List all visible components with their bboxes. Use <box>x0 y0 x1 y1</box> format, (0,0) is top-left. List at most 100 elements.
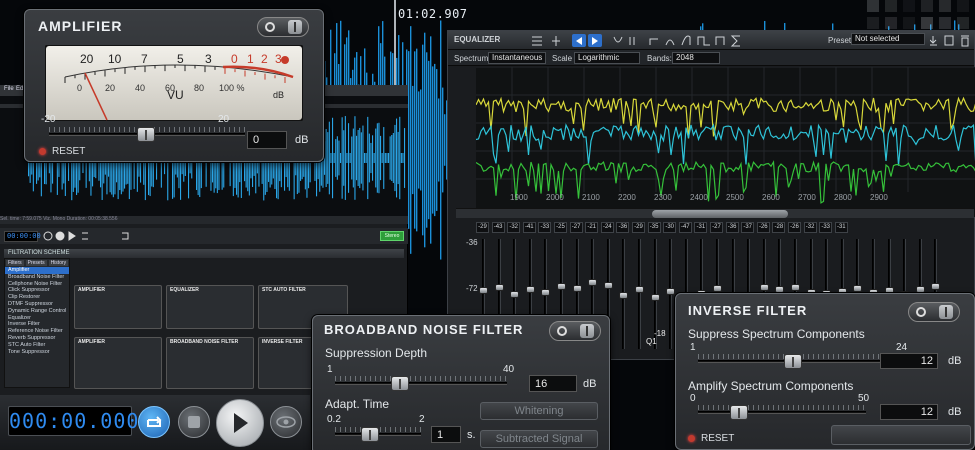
band-gain-value[interactable]: -28 <box>772 222 786 233</box>
suppress-slider-thumb[interactable] <box>784 354 802 369</box>
stop-button[interactable] <box>178 406 210 438</box>
band-fader-knob[interactable] <box>775 286 785 293</box>
scheme-filter-card[interactable]: BROADBAND NOISE FILTER <box>166 337 254 389</box>
band-gain-value[interactable]: -36 <box>725 222 739 233</box>
amplify-value-field[interactable]: 12 <box>880 404 938 420</box>
subtracted-signal-button[interactable]: Subtracted Signal <box>480 430 598 448</box>
inverse-extra-button[interactable] <box>831 425 971 445</box>
band-fader-knob[interactable] <box>635 286 644 293</box>
adapt-time-slider[interactable] <box>335 427 421 442</box>
gain-slider-thumb[interactable] <box>137 127 155 142</box>
band-fader-knob[interactable] <box>588 279 598 286</box>
band-gain-value[interactable]: -32 <box>507 222 521 233</box>
amplify-slider-thumb[interactable] <box>730 405 748 420</box>
loop-button[interactable] <box>138 406 170 438</box>
band-fader-knob[interactable] <box>572 285 582 292</box>
filter-list-item[interactable]: Click Suppressor <box>5 287 69 294</box>
band-fader-knob[interactable] <box>666 288 676 295</box>
filter-list-item[interactable]: Reverb Suppressor <box>5 335 69 342</box>
band-gain-value[interactable]: -33 <box>819 222 833 233</box>
menu-file[interactable]: File <box>4 86 14 92</box>
tab-filters[interactable]: Filters <box>6 260 24 266</box>
spectrum-select[interactable]: Instantaneous <box>488 52 546 64</box>
scale-select[interactable]: Logarithmic <box>574 52 640 64</box>
filter-list-item[interactable]: Tone Suppressor <box>5 349 69 356</box>
filter-list-item[interactable]: Cellphone Noise Filter <box>5 281 69 288</box>
broadband-power-toggle[interactable] <box>549 321 601 341</box>
stereo-button[interactable]: Stereo <box>380 231 404 241</box>
band-gain-value[interactable]: -36 <box>616 222 630 233</box>
band-fader-knob[interactable] <box>931 283 941 290</box>
band-gain-value[interactable]: -31 <box>834 222 848 233</box>
suppress-components-slider[interactable] <box>698 354 904 369</box>
gain-value-field[interactable]: 0 <box>247 131 287 149</box>
band-fader-knob[interactable] <box>557 283 566 290</box>
equalizer-tool-icons[interactable] <box>528 33 758 48</box>
filter-list-item[interactable]: Dynamic Range Control <box>5 308 69 315</box>
filter-list-item[interactable]: Inverse Filter <box>5 321 69 328</box>
band-fader-knob[interactable] <box>791 284 800 291</box>
suppression-slider-thumb[interactable] <box>391 376 409 391</box>
amplifier-reset-button[interactable]: RESET <box>39 146 85 157</box>
scrollbar-thumb[interactable] <box>652 210 788 218</box>
whitening-button[interactable]: Whitening <box>480 402 598 420</box>
band-gain-value[interactable]: -30 <box>663 222 677 233</box>
filter-list-item[interactable]: Reference Noise Filter <box>5 328 69 335</box>
inverse-reset-button[interactable]: RESET <box>688 433 734 444</box>
filter-list-item[interactable]: DTMF Suppressor <box>5 301 69 308</box>
band-fader-knob[interactable] <box>525 286 535 293</box>
band-gain-value[interactable]: -24 <box>600 222 614 233</box>
bands-select[interactable]: 2048 <box>672 52 720 64</box>
preset-select[interactable]: Not selected <box>851 33 925 45</box>
band-fader-knob[interactable] <box>510 291 520 298</box>
band-fader-knob[interactable] <box>479 287 488 294</box>
filter-list-item[interactable]: STC Auto Filter <box>5 342 69 349</box>
band-fader-knob[interactable] <box>541 289 551 296</box>
adapt-value-field[interactable]: 1 <box>431 426 461 443</box>
band-fader-knob[interactable] <box>853 285 863 292</box>
scheme-filter-card[interactable]: AMPLIFIER <box>74 337 162 389</box>
preset-action-icons[interactable] <box>930 34 972 47</box>
band-gain-value[interactable]: -29 <box>632 222 645 233</box>
filter-list-item[interactable]: Amplifier <box>5 267 69 274</box>
band-fader-knob[interactable] <box>650 294 660 301</box>
band-gain-value[interactable]: -32 <box>803 222 817 233</box>
band-fader-knob[interactable] <box>759 284 769 291</box>
band-gain-value[interactable]: -21 <box>585 222 599 233</box>
band-fader-knob[interactable] <box>494 284 504 291</box>
band-gain-value[interactable]: -27 <box>569 222 583 233</box>
suppression-value-field[interactable]: 16 <box>529 375 577 392</box>
band-gain-value[interactable]: -26 <box>788 222 801 233</box>
monitor-button[interactable] <box>270 406 302 438</box>
tab-history[interactable]: History <box>48 260 69 266</box>
band-fader-knob[interactable] <box>619 292 629 299</box>
spectrum-horizontal-scrollbar[interactable] <box>456 208 974 218</box>
band-gain-value[interactable]: -37 <box>741 222 755 233</box>
filter-list-item[interactable]: Broadband Noise Filter <box>5 274 69 281</box>
band-fader[interactable] <box>638 239 641 349</box>
band-gain-value[interactable]: -47 <box>678 222 692 233</box>
amplifier-power-toggle[interactable] <box>257 17 309 37</box>
scheme-filter-card[interactable]: EQUALIZER <box>166 285 254 329</box>
band-gain-value[interactable]: -25 <box>554 222 567 233</box>
band-gain-value[interactable]: -33 <box>538 222 552 233</box>
scheme-filter-card[interactable]: AMPLIFIER <box>74 285 162 329</box>
gain-slider[interactable] <box>49 127 245 142</box>
band-gain-value[interactable]: -26 <box>756 222 770 233</box>
suppress-value-field[interactable]: 12 <box>880 353 938 369</box>
filter-list-item[interactable]: Clip Restorer <box>5 294 69 301</box>
band-gain-value[interactable]: -41 <box>522 222 536 233</box>
adapt-slider-thumb[interactable] <box>361 427 379 442</box>
band-gain-value[interactable]: -43 <box>491 222 505 233</box>
band-fader-knob[interactable] <box>915 286 925 293</box>
band-gain-value[interactable]: -29 <box>476 222 489 233</box>
inverse-power-toggle[interactable] <box>908 302 960 322</box>
tab-presets[interactable]: Presets <box>25 260 47 266</box>
band-fader-knob[interactable] <box>603 282 613 289</box>
amplify-components-slider[interactable] <box>698 405 866 420</box>
band-gain-value[interactable]: -27 <box>710 222 723 233</box>
band-fader-knob[interactable] <box>713 285 722 292</box>
band-gain-value[interactable]: -31 <box>694 222 708 233</box>
suppression-depth-slider[interactable] <box>335 376 507 391</box>
filter-list-item[interactable]: Equalizer <box>5 315 69 322</box>
